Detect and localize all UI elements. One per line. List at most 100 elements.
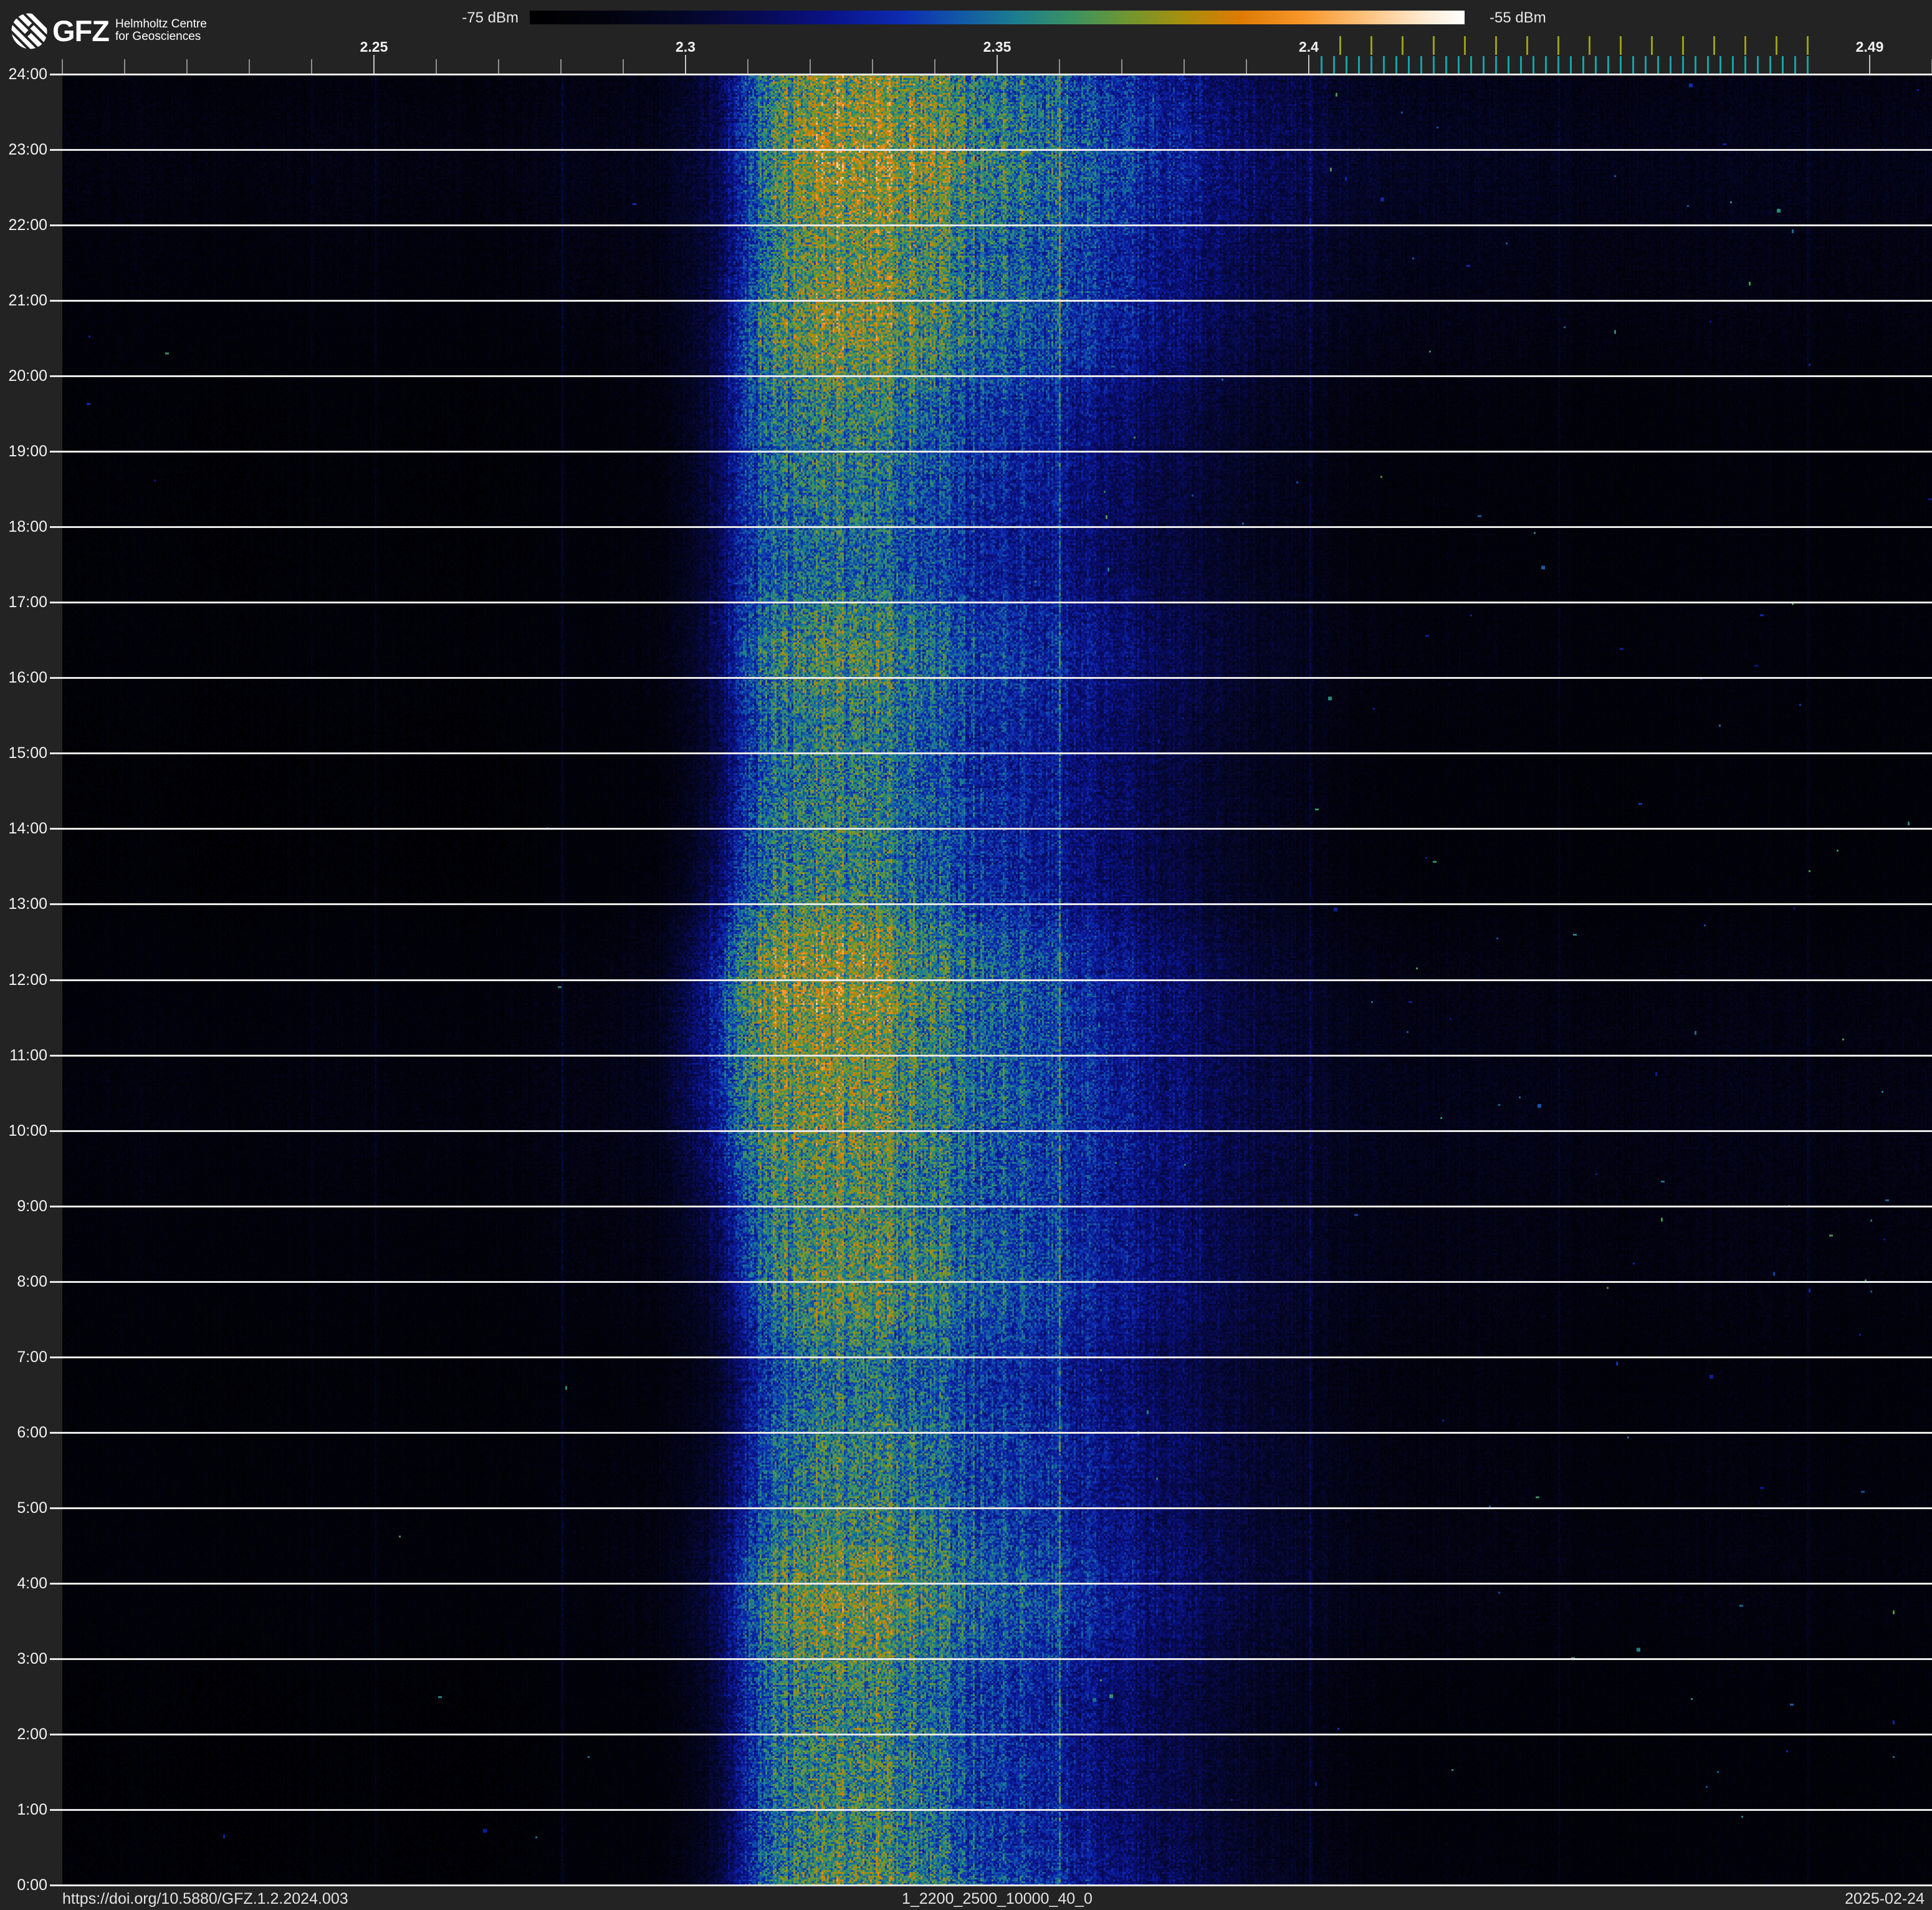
freq-minor-tick — [124, 59, 125, 74]
spectrogram-page: GFZ Helmholtz Centre for Geosciences -75… — [0, 0, 1932, 1910]
time-tick-label: 2:00 — [17, 1725, 47, 1743]
time-tick-label: 3:00 — [17, 1649, 47, 1668]
ble-channel-tick — [1794, 56, 1796, 74]
freq-major-tick — [685, 55, 686, 74]
ble-channel-tick — [1358, 56, 1360, 74]
hour-gridline — [50, 375, 1932, 378]
freq-minor-tick — [1059, 59, 1060, 74]
ble-channel-tick — [1695, 56, 1696, 74]
freq-minor-tick — [560, 59, 562, 74]
hour-gridline — [50, 224, 1932, 227]
zigbee-channel-tick — [1526, 36, 1528, 55]
ble-channel-tick — [1620, 56, 1622, 74]
hour-gridline — [50, 1054, 1932, 1057]
ble-channel-tick — [1607, 56, 1609, 74]
ble-channel-tick — [1595, 56, 1597, 74]
zigbee-channel-tick — [1370, 36, 1372, 55]
time-tick-label: 4:00 — [17, 1574, 47, 1592]
time-tick-label: 24:00 — [8, 65, 47, 83]
hour-gridline — [50, 1431, 1932, 1434]
zigbee-channel-tick — [1807, 36, 1809, 55]
ble-channel-tick — [1395, 56, 1397, 74]
ble-channel-tick — [1495, 56, 1497, 74]
freq-minor-tick — [934, 59, 935, 74]
footer-dataset-id: 1_2200_2500_10000_40_0 — [902, 1890, 1093, 1908]
time-tick-label: 6:00 — [17, 1423, 47, 1441]
freq-major-tick — [1308, 55, 1309, 74]
ble-channel-tick — [1682, 56, 1684, 74]
hour-gridline — [50, 677, 1932, 679]
time-tick-label: 15:00 — [8, 744, 47, 762]
ble-channel-tick — [1657, 56, 1659, 74]
ble-channel-tick — [1420, 56, 1422, 74]
freq-minor-tick — [872, 59, 873, 74]
freq-minor-tick — [810, 59, 811, 74]
ble-channel-tick — [1719, 56, 1721, 74]
time-tick-label: 1:00 — [17, 1800, 47, 1818]
ble-channel-tick — [1508, 56, 1509, 74]
time-tick-label: 5:00 — [17, 1499, 47, 1517]
freq-tick-label: 2.35 — [983, 39, 1011, 55]
ble-channel-tick — [1445, 56, 1447, 74]
freq-tick-label: 2.25 — [360, 39, 388, 55]
hour-gridline — [50, 1733, 1932, 1735]
freq-minor-tick — [186, 59, 188, 74]
freq-minor-tick — [1246, 59, 1247, 74]
zigbee-channel-tick — [1776, 36, 1777, 55]
hour-gridline — [50, 1280, 1932, 1283]
ble-channel-tick — [1545, 56, 1547, 74]
zigbee-channel-tick — [1620, 36, 1622, 55]
freq-minor-tick — [747, 59, 748, 74]
ble-channel-tick — [1632, 56, 1634, 74]
ble-channel-tick — [1769, 56, 1771, 74]
ble-channel-tick — [1483, 56, 1485, 74]
ble-channel-tick — [1757, 56, 1759, 74]
freq-minor-tick — [623, 59, 624, 74]
time-tick-label: 17:00 — [8, 593, 47, 612]
colorbar-max-label: -55 dBm — [1490, 9, 1546, 26]
freq-major-tick — [373, 55, 375, 74]
ble-channel-tick — [1582, 56, 1584, 74]
ble-channel-tick — [1807, 56, 1809, 74]
hour-gridline — [50, 1884, 1932, 1886]
hour-gridline — [50, 1130, 1932, 1132]
zigbee-channel-tick — [1557, 36, 1559, 55]
time-tick-label: 22:00 — [8, 216, 47, 234]
time-tick-label: 14:00 — [8, 820, 47, 838]
ble-channel-tick — [1533, 56, 1534, 74]
ble-channel-tick — [1333, 56, 1335, 74]
hour-gridline — [50, 602, 1932, 604]
time-tick-label: 10:00 — [8, 1121, 47, 1140]
hour-gridline — [50, 300, 1932, 302]
time-tick-label: 7:00 — [17, 1348, 47, 1366]
time-tick-label: 20:00 — [8, 367, 47, 385]
hour-gridline — [50, 451, 1932, 453]
freq-minor-tick — [249, 59, 250, 74]
ble-channel-tick — [1470, 56, 1472, 74]
ble-channel-tick — [1744, 56, 1746, 74]
freq-minor-tick — [1184, 59, 1185, 74]
ble-channel-tick — [1557, 56, 1559, 74]
zigbee-channel-tick — [1651, 36, 1653, 55]
hour-gridline — [50, 149, 1932, 151]
hour-gridline — [50, 74, 1932, 75]
ble-channel-tick — [1570, 56, 1572, 74]
zigbee-channel-tick — [1589, 36, 1590, 55]
hour-gridline — [50, 1582, 1932, 1585]
freq-minor-tick — [311, 59, 312, 74]
ble-channel-tick — [1520, 56, 1522, 74]
ble-channel-tick — [1782, 56, 1784, 74]
time-tick-label: 8:00 — [17, 1272, 47, 1290]
time-tick-label: 11:00 — [9, 1046, 47, 1064]
ble-channel-tick — [1707, 56, 1709, 74]
freq-minor-tick — [498, 59, 499, 74]
hour-gridline — [50, 1356, 1932, 1358]
zigbee-channel-tick — [1744, 36, 1746, 55]
ble-channel-tick — [1408, 56, 1410, 74]
freq-major-tick — [997, 55, 998, 74]
time-tick-label: 12:00 — [8, 971, 47, 989]
time-tick-label: 0:00 — [17, 1876, 47, 1894]
freq-tick-label: 2.4 — [1299, 39, 1319, 55]
freq-minor-tick — [62, 59, 63, 74]
colorbar-gradient — [530, 11, 1465, 24]
